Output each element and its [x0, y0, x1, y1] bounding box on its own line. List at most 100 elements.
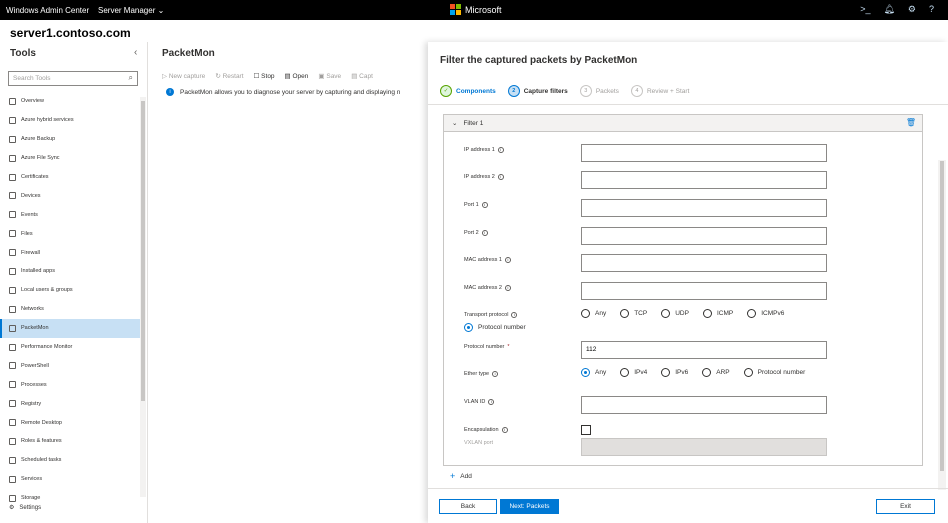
sidebar-item-overview[interactable]: Overview [0, 92, 140, 111]
radio-protocol-number[interactable]: Protocol number [464, 323, 526, 332]
ip1-input[interactable] [581, 144, 827, 162]
sidebar-item-events[interactable]: Events [0, 205, 140, 224]
sidebar-item-devices[interactable]: Devices [0, 186, 140, 205]
vlan-input[interactable] [581, 396, 827, 414]
stop-button[interactable]: ☐ Stop [254, 72, 275, 80]
mac1-input[interactable] [581, 254, 827, 272]
sidebar-item-powershell[interactable]: PowerShell [0, 356, 140, 375]
radio-icmp[interactable]: ICMP [702, 309, 733, 318]
ip1-text: IP address 1 [464, 147, 495, 153]
sidebar-item-services[interactable]: Services [0, 470, 140, 489]
mac2-text: MAC address 2 [464, 285, 502, 291]
radio-icmpv6[interactable]: ICMPv6 [747, 309, 784, 318]
sidebar-item-remote-desktop[interactable]: Remote Desktop [0, 413, 140, 432]
wizard-step-3[interactable]: 3 Packets [579, 85, 619, 97]
next-button[interactable]: Next: Packets [500, 499, 559, 514]
mac2-input[interactable] [581, 282, 827, 300]
terminal-icon[interactable]: >_ [860, 4, 870, 15]
scrollbar-thumb[interactable] [940, 161, 944, 471]
search-input[interactable]: Search Tools ⌕ [8, 71, 138, 86]
add-filter-button[interactable]: + Add [450, 471, 472, 481]
info-icon[interactable]: i [497, 147, 504, 153]
sidebar-item-scheduled-tasks[interactable]: Scheduled tasks [0, 451, 140, 470]
info-icon[interactable]: i [497, 174, 504, 180]
stop-label: Stop [261, 73, 275, 80]
sidebar-item-label: Performance Monitor [21, 344, 73, 351]
sidebar-item-installed-apps[interactable]: Installed apps [0, 262, 140, 281]
settings-link[interactable]: ⚙ Settings [9, 504, 41, 512]
wizard-step-2[interactable]: 2 Capture filters [507, 85, 568, 97]
step-label: Review + Start [646, 87, 690, 95]
panel-title: Filter the captured packets by PacketMon [440, 55, 638, 66]
radio-icon [743, 368, 753, 377]
gear-icon[interactable]: ⚙ [908, 4, 916, 15]
vxlan-text: VXLAN port [464, 440, 494, 446]
sidebar-item-label: Services [21, 476, 43, 483]
sidebar-item-azure-backup[interactable]: Azure Backup [0, 130, 140, 149]
radio-udp[interactable]: UDP [661, 309, 689, 318]
radio-ipv4[interactable]: IPv4 [620, 368, 647, 377]
step-number: 2 [507, 85, 520, 97]
filter-header[interactable]: ⌄ Filter 1 🗑︎ [444, 115, 922, 132]
info-icon[interactable]: i [504, 285, 511, 291]
sidebar-item-firewall[interactable]: Firewall [0, 243, 140, 262]
collapse-icon[interactable]: ‹ [134, 47, 137, 58]
new-capture-button[interactable]: ▷ New capture [162, 72, 205, 80]
encapsulation-checkbox[interactable] [581, 425, 591, 435]
encapsulation-text: Encapsulation [464, 427, 499, 433]
back-button[interactable]: Back [439, 499, 497, 514]
radio-tcp[interactable]: TCP [620, 309, 647, 318]
info-icon[interactable]: i [504, 257, 511, 263]
info-icon[interactable]: i [488, 399, 495, 405]
sidebar-item-networks[interactable]: Networks [0, 300, 140, 319]
info-icon[interactable]: i [511, 312, 518, 318]
radio-protocol-number[interactable]: Protocol number [743, 368, 806, 377]
wizard-step-1[interactable]: ✓ Components [440, 85, 496, 97]
wizard-step-4[interactable]: 4 Review + Start [630, 85, 690, 97]
sidebar-item-performance-monitor[interactable]: Performance Monitor [0, 338, 140, 357]
sidebar-item-registry[interactable]: Registry [0, 394, 140, 413]
port2-input[interactable] [581, 227, 827, 245]
exit-button[interactable]: Exit [876, 499, 935, 514]
panel-footer: Back Next: Packets Exit [428, 488, 948, 523]
ip2-text: IP address 2 [464, 174, 495, 180]
capture-button[interactable]: ▤ Capt [351, 72, 373, 80]
sidebar-item-azure-hybrid-services[interactable]: Azure hybrid services [0, 111, 140, 130]
restart-button[interactable]: ↻ Restart [215, 72, 243, 80]
info-icon[interactable]: i [481, 230, 488, 236]
radio-label: UDP [675, 310, 689, 317]
trash-icon[interactable]: 🗑︎ [906, 118, 916, 127]
radio-any[interactable]: Any [581, 309, 606, 318]
radio-label: Protocol number [757, 369, 806, 376]
scrollbar-thumb[interactable] [141, 101, 145, 401]
info-icon[interactable]: i [501, 427, 508, 433]
sidebar-item-certificates[interactable]: Certificates [0, 168, 140, 187]
panel-scrollbar[interactable] [938, 160, 946, 490]
radio-any[interactable]: Any [581, 368, 606, 377]
protocol-number-input[interactable]: 112 [581, 341, 827, 359]
sidebar-item-local-users-groups[interactable]: Local users & groups [0, 281, 140, 300]
bell-icon[interactable]: 🔔︎ [883, 4, 894, 15]
brand-title[interactable]: Windows Admin Center [6, 6, 89, 15]
sidebar-item-roles-features[interactable]: Roles & features [0, 432, 140, 451]
info-icon[interactable]: i [492, 371, 499, 377]
open-button[interactable]: ▤ Open [285, 72, 309, 80]
chevron-down-icon[interactable]: ⌄ [452, 119, 457, 127]
transport-text: Transport protocol [464, 312, 509, 318]
server-manager-dropdown[interactable]: Server Manager ⌄ [98, 6, 164, 15]
info-text: PacketMon allows you to diagnose your se… [180, 88, 401, 96]
sidebar-item-processes[interactable]: Processes [0, 375, 140, 394]
ip2-input[interactable] [581, 171, 827, 189]
radio-label: ARP [716, 369, 730, 376]
save-button[interactable]: ▣ Save [318, 72, 341, 80]
help-icon[interactable]: ? [929, 4, 934, 15]
tools-title: Tools [10, 48, 36, 59]
radio-ipv6[interactable]: IPv6 [661, 368, 688, 377]
sidebar-item-azure-file-sync[interactable]: Azure File Sync [0, 149, 140, 168]
sidebar-item-files[interactable]: Files [0, 224, 140, 243]
tools-scrollbar[interactable] [140, 97, 146, 497]
radio-arp[interactable]: ARP [702, 368, 730, 377]
sidebar-item-packetmon[interactable]: PacketMon [0, 318, 140, 338]
port1-input[interactable] [581, 199, 827, 217]
info-icon[interactable]: i [481, 202, 488, 208]
